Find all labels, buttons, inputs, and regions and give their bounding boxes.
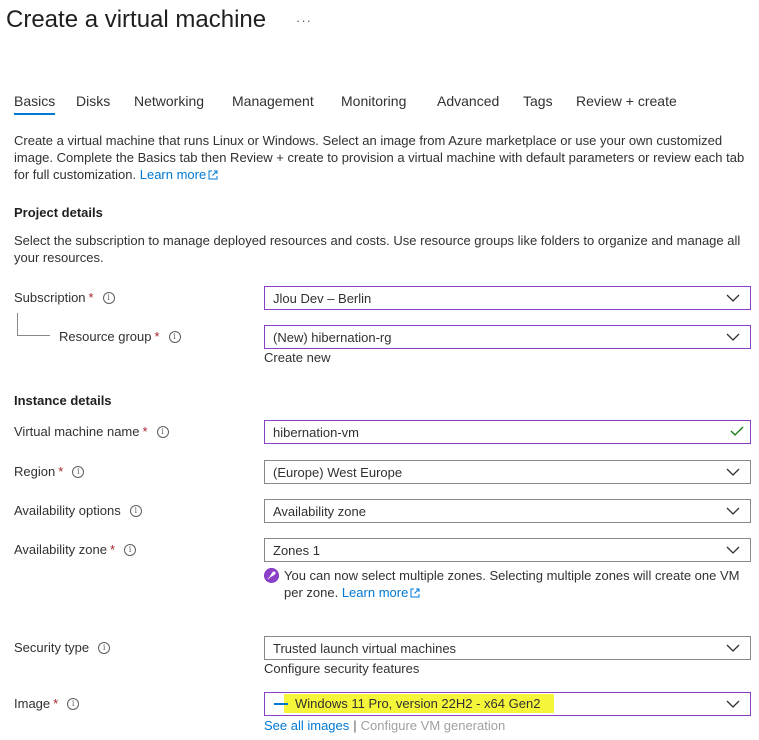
page-title: Create a virtual machine: [6, 6, 267, 33]
availability-options-select[interactable]: Availability zone: [264, 499, 751, 523]
rocket-icon: [264, 568, 279, 583]
image-label: Image * i: [14, 696, 80, 711]
subscription-select[interactable]: Jlou Dev – Berlin: [264, 286, 751, 310]
chevron-down-icon: [726, 294, 740, 302]
configure-vm-generation-link: Configure VM generation: [360, 718, 506, 733]
configure-security-link[interactable]: Configure security features: [264, 661, 419, 676]
tab-review-create[interactable]: Review + create: [576, 93, 677, 115]
zones-notice-text: You can now select multiple zones. Selec…: [284, 568, 740, 600]
intro-text: Create a virtual machine that runs Linux…: [14, 133, 745, 182]
tab-management[interactable]: Management: [232, 93, 314, 115]
availability-zone-label: Availability zone * i: [14, 542, 137, 557]
chevron-down-icon: [726, 700, 740, 708]
info-icon[interactable]: i: [124, 543, 137, 556]
security-type-select[interactable]: Trusted launch virtual machines: [264, 636, 751, 660]
instance-details-heading: Instance details: [14, 393, 112, 408]
tab-basics[interactable]: Basics: [14, 93, 56, 115]
tab-tags[interactable]: Tags: [523, 93, 553, 115]
resource-group-label: Resource group * i: [59, 329, 181, 344]
resource-group-select[interactable]: (New) hibernation-rg: [264, 325, 751, 349]
notice-learn-more-link[interactable]: Learn more: [342, 585, 420, 600]
tab-monitoring[interactable]: Monitoring: [341, 93, 406, 115]
checkmark-icon: [730, 426, 744, 436]
info-icon[interactable]: i: [98, 641, 111, 654]
tab-disks[interactable]: Disks: [76, 93, 110, 115]
info-icon[interactable]: i: [67, 697, 80, 710]
see-all-images-link[interactable]: See all images: [264, 718, 349, 733]
tree-connector: [17, 313, 50, 336]
tab-advanced[interactable]: Advanced: [437, 93, 499, 115]
availability-zone-select[interactable]: Zones 1: [264, 538, 751, 562]
chevron-down-icon: [726, 333, 740, 341]
create-new-link[interactable]: Create new: [264, 350, 330, 365]
chevron-down-icon: [726, 546, 740, 554]
project-details-heading: Project details: [14, 205, 103, 220]
info-icon[interactable]: i: [168, 330, 181, 343]
availability-options-label: Availability options i: [14, 503, 142, 518]
project-description: Select the subscription to manage deploy…: [14, 233, 741, 265]
region-label: Region * i: [14, 464, 85, 479]
info-icon[interactable]: i: [156, 425, 169, 438]
subscription-label: Subscription * i: [14, 290, 115, 305]
image-links: See all images | Configure VM generation: [264, 718, 505, 733]
image-value: Windows 11 Pro, version 22H2 - x64 Gen2: [295, 696, 541, 711]
windows-image-icon: [274, 703, 288, 705]
external-link-icon: [208, 170, 218, 180]
info-icon[interactable]: i: [102, 291, 115, 304]
chevron-down-icon: [726, 507, 740, 515]
info-icon[interactable]: i: [129, 504, 142, 517]
learn-more-link[interactable]: Learn more: [140, 167, 218, 182]
chevron-down-icon: [726, 468, 740, 476]
vm-name-input[interactable]: hibernation-vm: [264, 420, 751, 444]
external-link-icon: [410, 588, 420, 598]
security-type-label: Security type i: [14, 640, 111, 655]
ellipsis-icon[interactable]: ···: [296, 13, 312, 28]
chevron-down-icon: [726, 644, 740, 652]
info-icon[interactable]: i: [72, 465, 85, 478]
vm-name-label: Virtual machine name * i: [14, 424, 169, 439]
region-select[interactable]: (Europe) West Europe: [264, 460, 751, 484]
link-separator: |: [353, 718, 357, 733]
tab-networking[interactable]: Networking: [134, 93, 204, 115]
